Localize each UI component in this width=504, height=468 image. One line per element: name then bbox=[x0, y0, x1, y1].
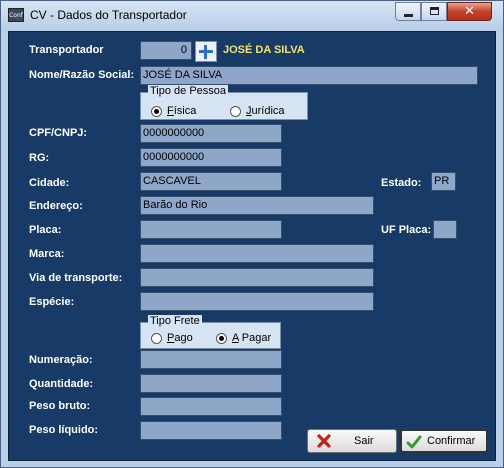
via-transporte-label: Via de transporte: bbox=[29, 272, 123, 284]
marca-label: Marca: bbox=[29, 248, 65, 260]
transportador-name: JOSÉ DA SILVA bbox=[223, 44, 305, 56]
cpf-field[interactable]: 0000000000 bbox=[140, 124, 282, 143]
radio-fisica-label: Física bbox=[167, 105, 197, 117]
marca-field[interactable] bbox=[140, 244, 374, 263]
uf-placa-label: UF Placa: bbox=[381, 224, 432, 236]
radio-juridica-label: Jurídica bbox=[246, 105, 285, 117]
minimize-icon bbox=[404, 14, 413, 17]
window-title: CV - Dados do Transportador bbox=[30, 8, 187, 22]
close-icon: ✕ bbox=[464, 4, 475, 19]
rg-field[interactable]: 0000000000 bbox=[140, 148, 282, 167]
numeracao-field[interactable] bbox=[140, 350, 282, 369]
placa-label: Placa: bbox=[29, 224, 62, 236]
quantidade-field[interactable] bbox=[140, 374, 282, 393]
estado-label: Estado: bbox=[381, 177, 422, 189]
app-icon: Conf bbox=[8, 8, 24, 22]
peso-liquido-label: Peso líquido: bbox=[29, 424, 99, 436]
x-icon bbox=[317, 434, 331, 448]
numeracao-label: Numeração: bbox=[29, 354, 93, 366]
nome-label: Nome/Razão Social: bbox=[29, 69, 135, 81]
nome-field[interactable]: JOSÉ DA SILVA bbox=[140, 66, 478, 85]
tipo-frete-title: Tipo Frete bbox=[148, 315, 202, 327]
radio-pago-indicator bbox=[151, 333, 162, 344]
tipo-pessoa-group: Tipo de Pessoa Física Jurídica bbox=[140, 85, 308, 120]
checkmark-icon bbox=[406, 435, 422, 449]
via-transporte-field[interactable] bbox=[140, 268, 374, 287]
dialog-window: Conf CV - Dados do Transportador ✕ Trans… bbox=[0, 0, 504, 468]
peso-bruto-field[interactable] bbox=[140, 397, 282, 416]
tipo-frete-group: Tipo Frete Pago A Pagar bbox=[140, 315, 281, 349]
especie-label: Espécie: bbox=[29, 296, 75, 308]
peso-liquido-field[interactable] bbox=[140, 421, 282, 440]
minimize-button[interactable] bbox=[395, 2, 421, 21]
title-bar[interactable]: Conf CV - Dados do Transportador ✕ bbox=[1, 1, 503, 31]
sair-button[interactable]: Sair bbox=[307, 429, 397, 453]
radio-juridica-indicator bbox=[230, 106, 241, 117]
radio-a-pagar-label: A Pagar bbox=[232, 332, 272, 344]
maximize-icon bbox=[430, 7, 439, 15]
transportador-label: Transportador bbox=[29, 44, 104, 56]
uf-placa-field[interactable] bbox=[433, 220, 457, 239]
add-transportador-button[interactable] bbox=[195, 41, 217, 62]
peso-bruto-label: Peso bruto: bbox=[29, 400, 91, 412]
transportador-code-field[interactable]: 0 bbox=[140, 41, 192, 60]
confirmar-label: Confirmar bbox=[427, 435, 476, 447]
maximize-button[interactable] bbox=[421, 2, 447, 21]
endereco-label: Endereço: bbox=[29, 200, 83, 212]
endereco-field[interactable]: Barão do Rio bbox=[140, 196, 374, 215]
tipo-pessoa-title: Tipo de Pessoa bbox=[148, 85, 229, 97]
radio-a-pagar-indicator bbox=[216, 333, 227, 344]
radio-pago-label: Pago bbox=[167, 332, 193, 344]
especie-field[interactable] bbox=[140, 292, 374, 311]
form-panel: Transportador 0 JOSÉ DA SILVA Nome/Razão… bbox=[8, 31, 496, 461]
cpf-label: CPF/CNPJ: bbox=[29, 127, 88, 139]
sair-label: Sair bbox=[354, 435, 374, 447]
estado-field[interactable]: PR bbox=[431, 172, 456, 191]
rg-label: RG: bbox=[29, 152, 50, 164]
quantidade-label: Quantidade: bbox=[29, 378, 94, 390]
radio-fisica-indicator bbox=[151, 106, 162, 117]
cidade-field[interactable]: CASCAVEL bbox=[140, 172, 282, 191]
close-button[interactable]: ✕ bbox=[447, 2, 492, 21]
cidade-label: Cidade: bbox=[29, 177, 70, 189]
placa-field[interactable] bbox=[140, 220, 282, 239]
confirmar-button[interactable]: Confirmar bbox=[400, 429, 488, 453]
